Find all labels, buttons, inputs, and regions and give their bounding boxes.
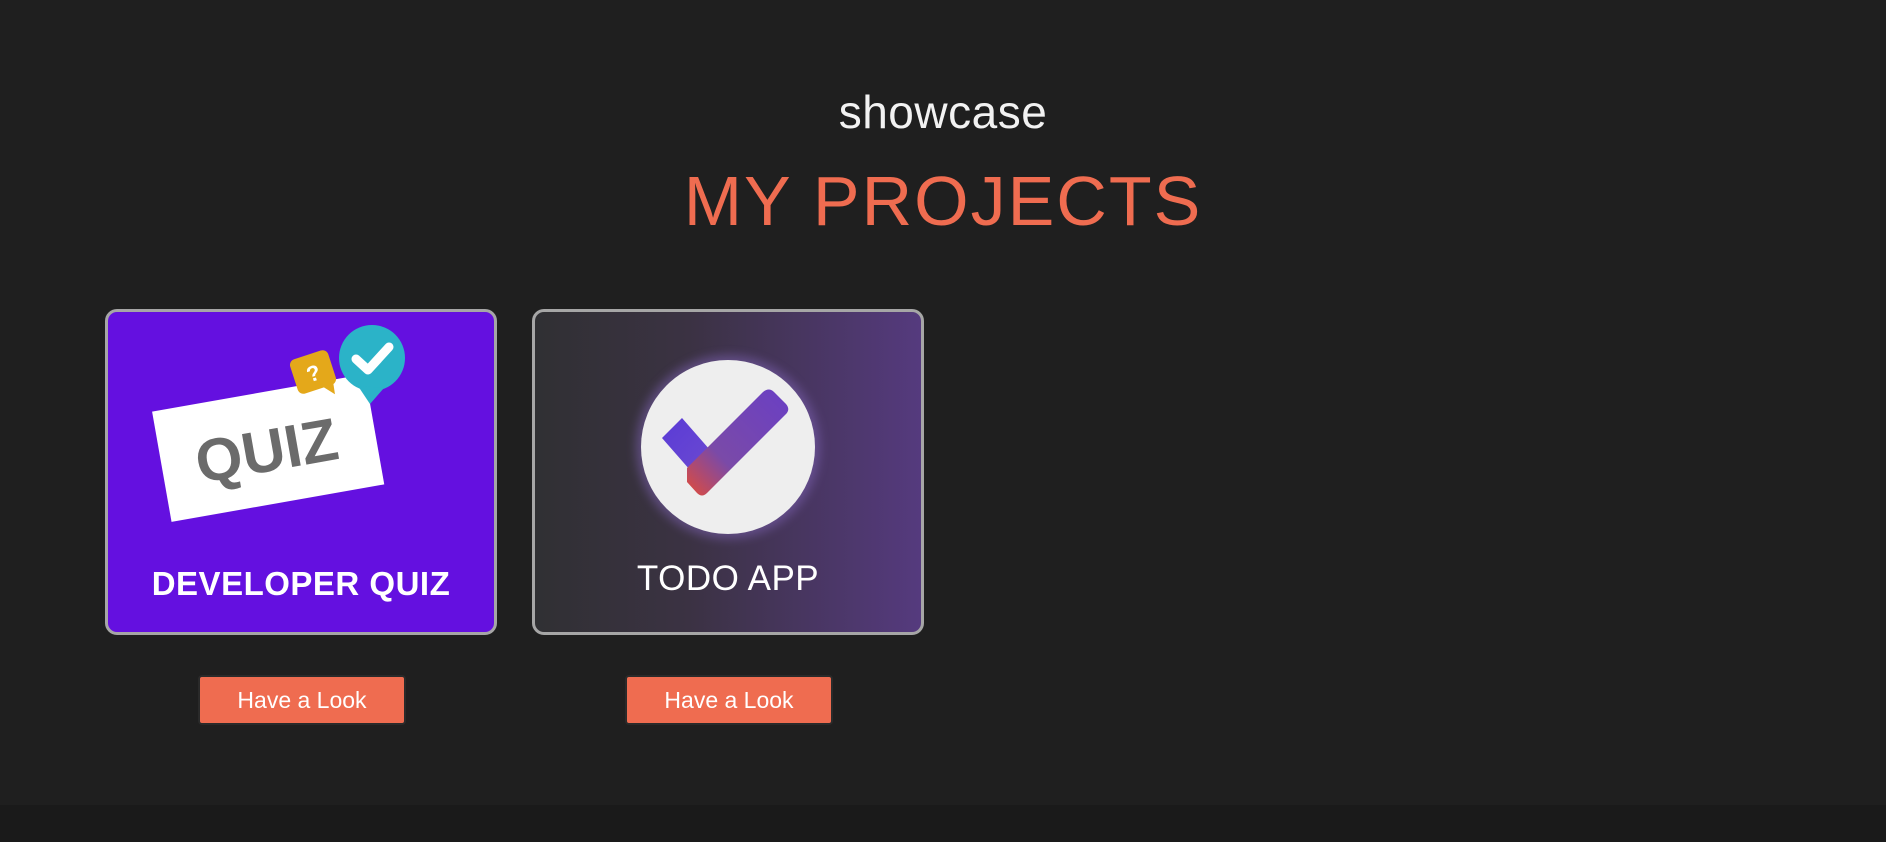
- project-title: TODO APP: [636, 559, 820, 598]
- page: showcase MY PROJECTS QUIZ ? DEVELOPER QU…: [0, 0, 1886, 842]
- section-title: MY PROJECTS: [683, 162, 1203, 240]
- project-card-todo-app[interactable]: TODO APP: [532, 309, 924, 635]
- project-card-developer-quiz[interactable]: QUIZ ? DEVELOPER QUIZ: [105, 309, 497, 635]
- footer-strip: [0, 805, 1886, 842]
- project-title: DEVELOPER QUIZ: [151, 565, 451, 602]
- have-a-look-button-todo[interactable]: Have a Look: [625, 675, 833, 725]
- projects-section: showcase MY PROJECTS QUIZ ? DEVELOPER QU…: [0, 0, 1886, 805]
- have-a-look-button-quiz[interactable]: Have a Look: [198, 675, 406, 725]
- section-eyebrow: showcase: [838, 86, 1048, 138]
